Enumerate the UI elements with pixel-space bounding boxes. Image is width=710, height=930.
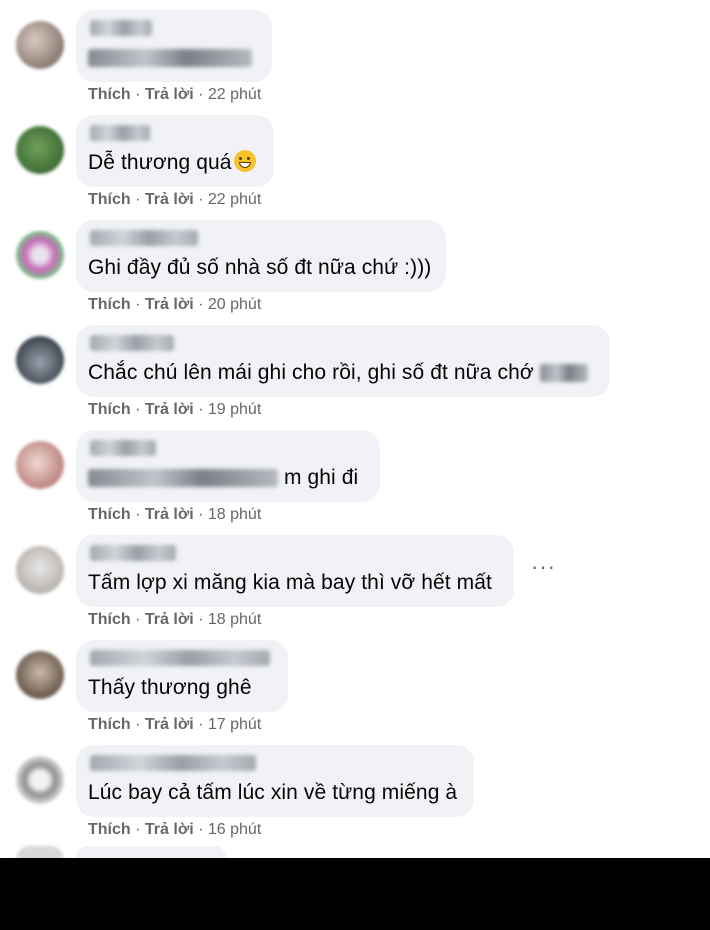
comment: Dễ thương quá Thích · Trả lời · 22 phút	[0, 115, 710, 220]
like-link[interactable]: Thích	[88, 821, 131, 838]
blurred-text	[88, 469, 278, 488]
comment-actions: Thích · Trả lời · 22 phút	[88, 191, 261, 209]
like-link[interactable]: Thích	[88, 611, 131, 628]
comment-text: Dễ thương quá	[88, 149, 262, 177]
avatar[interactable]	[16, 546, 64, 594]
separator: ·	[135, 506, 141, 523]
comment-bubble: Thấy thương ghê	[76, 640, 288, 712]
separator: ·	[198, 296, 204, 313]
separator: ·	[135, 86, 141, 103]
comment-actions: Thích · Trả lời · 20 phút	[88, 296, 261, 314]
separator: ·	[198, 611, 204, 628]
comment-actions: Thích · Trả lời · 18 phút	[88, 611, 261, 629]
reply-link[interactable]: Trả lời	[145, 506, 194, 523]
comment: Chắc chú lên mái ghi cho rồi, ghi số đt …	[0, 325, 710, 430]
comment-time[interactable]: 20 phút	[208, 296, 261, 313]
separator: ·	[135, 716, 141, 733]
like-link[interactable]: Thích	[88, 401, 131, 418]
separator: ·	[198, 506, 204, 523]
reply-link[interactable]: Trả lời	[145, 821, 194, 838]
separator: ·	[135, 821, 141, 838]
separator: ·	[135, 191, 141, 208]
separator: ·	[198, 821, 204, 838]
reply-link[interactable]: Trả lời	[145, 86, 194, 103]
avatar[interactable]	[16, 21, 64, 69]
commenter-name[interactable]	[90, 125, 150, 141]
comment-actions: Thích · Trả lời · 18 phút	[88, 506, 261, 524]
avatar[interactable]	[16, 126, 64, 174]
reply-link[interactable]: Trả lời	[145, 296, 194, 313]
grin-emoji-icon	[233, 150, 256, 172]
separator: ·	[198, 86, 204, 103]
comment: m ghi đi Thích · Trả lời · 18 phút	[0, 430, 710, 535]
comment-time[interactable]: 18 phút	[208, 506, 261, 523]
commenter-name[interactable]	[90, 20, 152, 36]
blurred-text	[88, 49, 252, 68]
comment-text: m ghi đi	[88, 464, 368, 492]
avatar[interactable]	[16, 231, 64, 279]
avatar[interactable]	[16, 336, 64, 384]
separator: ·	[198, 716, 204, 733]
comment-time[interactable]: 18 phút	[208, 611, 261, 628]
comment: Tấm lợp xi măng kia mà bay thì vỡ hết mấ…	[0, 535, 710, 640]
comment-text	[88, 44, 260, 72]
comment-time[interactable]: 22 phút	[208, 191, 261, 208]
reply-link[interactable]: Trả lời	[145, 611, 194, 628]
commenter-name[interactable]	[90, 650, 270, 666]
comment-bubble: Chắc chú lên mái ghi cho rồi, ghi số đt …	[76, 325, 610, 397]
commenter-name[interactable]	[90, 545, 176, 561]
comment-actions: Thích · Trả lời · 17 phút	[88, 716, 261, 734]
comment: Lúc bay cả tấm lúc xin về từng miếng à T…	[0, 745, 710, 850]
commenter-name[interactable]	[90, 440, 156, 456]
black-bar	[0, 858, 710, 930]
reply-link[interactable]: Trả lời	[145, 716, 194, 733]
comment-actions: Thích · Trả lời · 16 phút	[88, 821, 261, 839]
comment-bubble	[76, 10, 272, 82]
separator: ·	[135, 611, 141, 628]
comment-time[interactable]: 19 phút	[208, 401, 261, 418]
comment-text: Tấm lợp xi măng kia mà bay thì vỡ hết mấ…	[88, 571, 492, 594]
commenter-name[interactable]	[90, 335, 174, 351]
comment-actions: Thích · Trả lời · 19 phút	[88, 401, 261, 419]
more-options-icon[interactable]: ···	[531, 556, 556, 578]
comment-text: Chắc chú lên mái ghi cho rồi, ghi số đt …	[88, 359, 598, 387]
like-link[interactable]: Thích	[88, 191, 131, 208]
comment: Thấy thương ghê Thích · Trả lời · 17 phú…	[0, 640, 710, 745]
comment: Thích · Trả lời · 22 phút	[0, 10, 710, 115]
blurred-text	[539, 364, 588, 383]
comment-time[interactable]: 16 phút	[208, 821, 261, 838]
like-link[interactable]: Thích	[88, 296, 131, 313]
like-link[interactable]: Thích	[88, 716, 131, 733]
comment-text: Lúc bay cả tấm lúc xin về từng miếng à	[88, 781, 458, 804]
comment-bubble: m ghi đi	[76, 430, 380, 502]
avatar[interactable]	[16, 651, 64, 699]
separator: ·	[198, 401, 204, 418]
separator: ·	[135, 401, 141, 418]
commenter-name[interactable]	[90, 230, 198, 246]
reply-link[interactable]: Trả lời	[145, 191, 194, 208]
like-link[interactable]: Thích	[88, 86, 131, 103]
avatar[interactable]	[16, 756, 64, 804]
comment-actions: Thích · Trả lời · 22 phút	[88, 86, 261, 104]
like-link[interactable]: Thích	[88, 506, 131, 523]
comment-time[interactable]: 17 phút	[208, 716, 261, 733]
reply-link[interactable]: Trả lời	[145, 401, 194, 418]
comment-bubble	[76, 846, 226, 858]
comment-bubble: Tấm lợp xi măng kia mà bay thì vỡ hết mấ…	[76, 535, 514, 607]
separator: ·	[135, 296, 141, 313]
comment-bubble: Dễ thương quá	[76, 115, 274, 187]
comment-text: Thấy thương ghê	[88, 676, 252, 699]
comment-bubble: Ghi đầy đủ số nhà số đt nữa chứ :)))	[76, 220, 446, 292]
comment-time[interactable]: 22 phút	[208, 86, 261, 103]
separator: ·	[198, 191, 204, 208]
comment-bubble: Lúc bay cả tấm lúc xin về từng miếng à	[76, 745, 474, 817]
comment: Ghi đầy đủ số nhà số đt nữa chứ :))) Thí…	[0, 220, 710, 325]
avatar[interactable]	[16, 441, 64, 489]
comment-text: Ghi đầy đủ số nhà số đt nữa chứ :)))	[88, 256, 432, 279]
commenter-name[interactable]	[90, 755, 256, 771]
